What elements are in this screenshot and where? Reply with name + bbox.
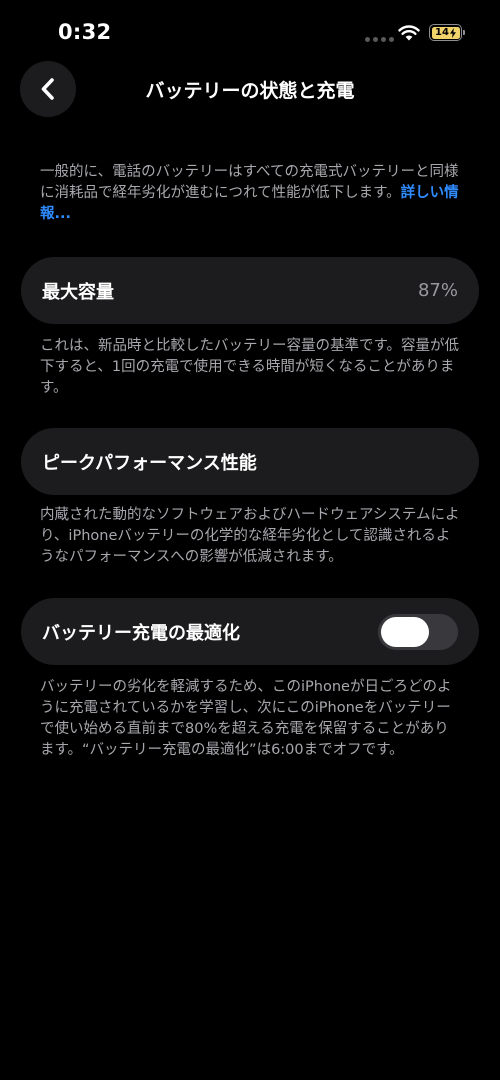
max-capacity-description: これは、新品時と比較したバッテリー容量の基準です。容量が低下すると、1回の充電で… xyxy=(40,338,460,396)
peak-performance-description: 内蔵された動的なソフトウェアおよびハードウェアシステムにより、iPhoneバッテ… xyxy=(40,507,460,565)
peak-performance-row: ピークパフォーマンス性能 xyxy=(21,428,479,495)
status-bar: 0:32 14 xyxy=(0,0,500,64)
battery-level: 14 xyxy=(435,27,449,38)
optimized-charging-toggle[interactable] xyxy=(378,613,458,650)
intro-text: 一般的に、電話のバッテリーはすべての充電式バッテリーと同様に消耗品で経年劣化が進… xyxy=(40,162,460,225)
max-capacity-value: 87% xyxy=(417,280,458,301)
wifi-icon xyxy=(398,25,420,41)
optimized-charging-row: バッテリー充電の最適化 xyxy=(21,598,479,665)
peak-performance-label: ピークパフォーマンス性能 xyxy=(42,452,257,474)
toggle-knob xyxy=(381,616,429,647)
optimized-charging-label: バッテリー充電の最適化 xyxy=(42,622,240,644)
signal-dots-icon xyxy=(365,37,394,42)
intro-body: 一般的に、電話のバッテリーはすべての充電式バッテリーと同様に消耗品で経年劣化が進… xyxy=(40,164,459,201)
max-capacity-label: 最大容量 xyxy=(42,281,114,303)
battery-tip xyxy=(463,30,465,35)
charging-bolt-icon xyxy=(449,27,456,38)
optimized-charging-description: バッテリーの劣化を軽減するため、このiPhoneが日ごろどのように充電されている… xyxy=(40,679,452,758)
page-title: バッテリーの状態と充電 xyxy=(145,80,355,102)
battery-icon: 14 xyxy=(429,24,462,41)
status-time: 0:32 xyxy=(58,20,112,44)
max-capacity-row: 最大容量 87% xyxy=(21,257,479,324)
